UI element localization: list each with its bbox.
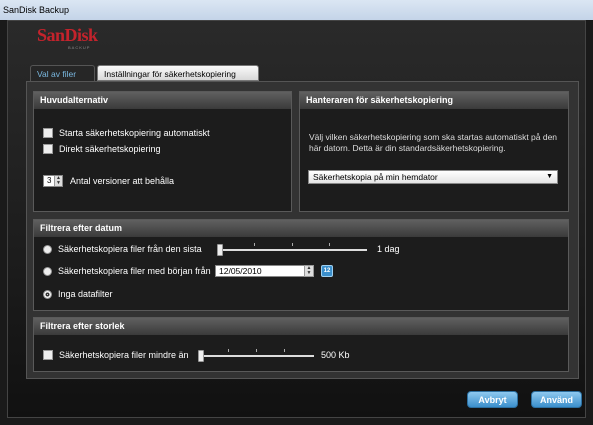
stepper-arrows-icon[interactable]: ▲ ▼ — [54, 176, 62, 186]
size-filter-label: Säkerhetskopiera filer mindre än — [59, 350, 189, 360]
size-filter-header: Filtrera efter storlek — [34, 318, 568, 335]
versions-label: Antal versioner att behålla — [70, 176, 175, 186]
backup-last-label: Säkerhetskopiera filer från den sista — [58, 244, 202, 254]
radio-backup-last[interactable] — [43, 244, 52, 254]
slider-tick — [256, 349, 257, 352]
slider-tick — [292, 243, 293, 246]
tab-backup-settings[interactable]: Inställningar för säkerhetskopiering — [97, 65, 259, 81]
versions-stepper[interactable]: 3 ▲ ▼ — [43, 175, 63, 187]
backup-manager-panel: Hanteraren för säkerhetskopiering Välj v… — [299, 91, 569, 212]
direct-backup-label: Direkt säkerhetskopiering — [59, 144, 161, 154]
logo-sub: BACKUP — [68, 45, 91, 50]
tab-file-selection[interactable]: Val av filer — [30, 65, 95, 81]
size-slider[interactable] — [198, 349, 314, 362]
date-slider-value: 1 dag — [377, 244, 400, 254]
calendar-icon[interactable]: 12 — [321, 265, 333, 277]
versions-value: 3 — [47, 176, 52, 185]
backup-manager-description: Välj vilken säkerhetskopiering som ska s… — [309, 132, 558, 153]
slider-tick — [228, 349, 229, 352]
date-filter-header: Filtrera efter datum — [34, 220, 568, 237]
backup-from-label: Säkerhetskopiera filer med början från — [58, 266, 211, 276]
size-slider-track — [198, 355, 314, 357]
start-date-input[interactable]: 12/05/2010 — [215, 265, 307, 277]
sandisk-logo: SanDisk BACKUP — [37, 25, 98, 50]
auto-backup-label: Starta säkerhetskopiering automatiskt — [59, 128, 210, 138]
radio-no-date-filter[interactable] — [43, 289, 52, 299]
radio-backup-from[interactable] — [43, 266, 52, 276]
slider-tick — [284, 349, 285, 352]
no-date-filter-label: Inga datafilter — [58, 289, 113, 299]
main-options-header: Huvudalternativ — [34, 92, 291, 109]
size-slider-handle[interactable] — [198, 350, 204, 362]
size-filter-panel: Filtrera efter storlek Säkerhetskopiera … — [33, 317, 569, 372]
backup-manager-header: Hanteraren för säkerhetskopiering — [300, 92, 568, 109]
date-slider[interactable] — [217, 243, 367, 256]
size-slider-value: 500 Kb — [321, 350, 350, 360]
date-stepper-arrows-icon[interactable]: ▲ ▼ — [304, 265, 314, 277]
window-title: SanDisk Backup — [0, 0, 593, 20]
cancel-button[interactable]: Avbryt — [467, 391, 518, 408]
backup-select-value: Säkerhetskopia på min hemdator — [313, 172, 438, 182]
direct-backup-checkbox[interactable] — [43, 144, 53, 154]
backup-select[interactable]: Säkerhetskopia på min hemdator ▼ — [308, 170, 558, 184]
settings-content: Huvudalternativ Starta säkerhetskopierin… — [26, 81, 579, 379]
main-options-panel: Huvudalternativ Starta säkerhetskopierin… — [33, 91, 292, 212]
logo-brand: SanDisk — [37, 25, 98, 45]
size-filter-checkbox[interactable] — [43, 350, 53, 360]
auto-backup-checkbox[interactable] — [43, 128, 53, 138]
app-window: SanDisk BACKUP Val av filer Inställninga… — [7, 20, 586, 418]
apply-button[interactable]: Använd — [531, 391, 582, 408]
slider-tick — [254, 243, 255, 246]
date-filter-panel: Filtrera efter datum Säkerhetskopiera fi… — [33, 219, 569, 311]
date-slider-track — [217, 249, 367, 251]
date-slider-handle[interactable] — [217, 244, 223, 256]
slider-tick — [329, 243, 330, 246]
chevron-down-icon[interactable]: ▼ — [546, 171, 553, 183]
